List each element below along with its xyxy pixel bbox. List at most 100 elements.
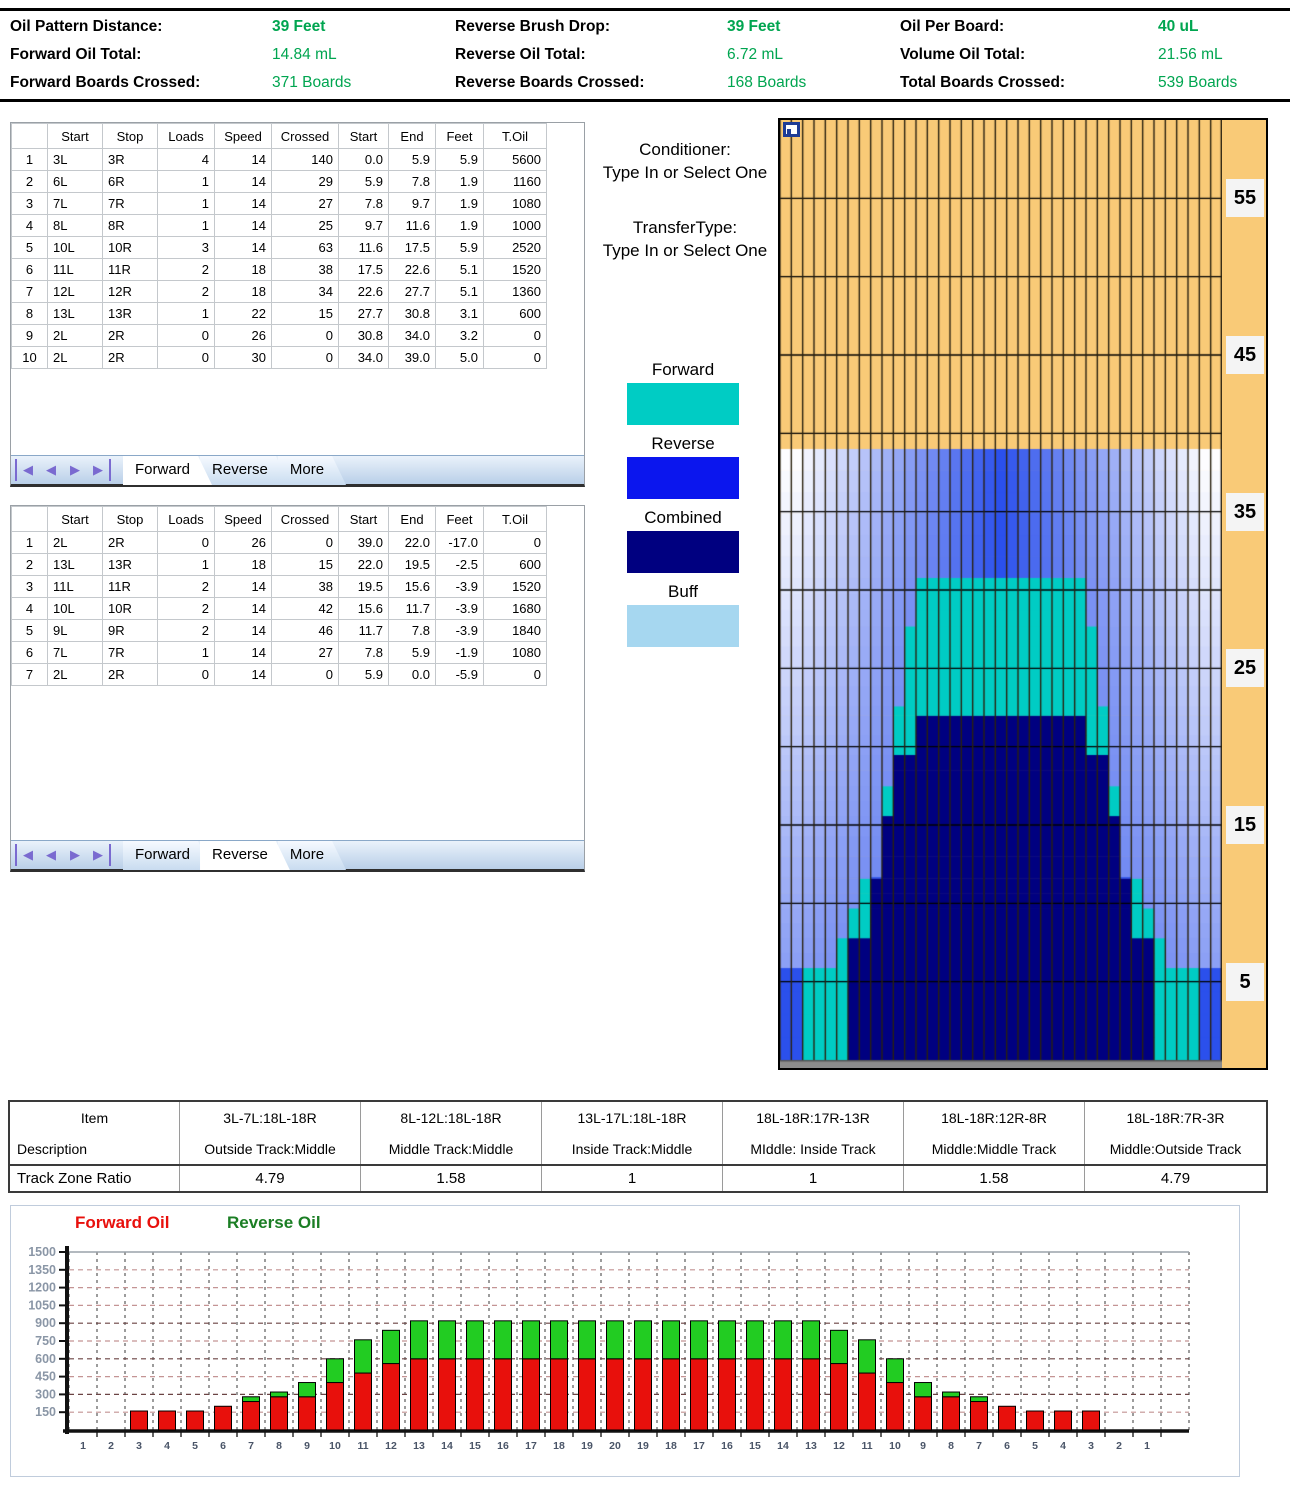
column-header-cell[interactable]: Crossed xyxy=(272,124,339,149)
cell[interactable]: 1000 xyxy=(484,215,547,237)
column-header-cell[interactable]: End xyxy=(389,507,436,532)
cell[interactable]: 39.0 xyxy=(339,532,389,554)
cell[interactable]: 63 xyxy=(272,237,339,259)
cell[interactable]: 26 xyxy=(215,532,272,554)
cell[interactable]: 18 xyxy=(215,259,272,281)
cell[interactable]: 0 xyxy=(272,532,339,554)
nav-last-button[interactable]: ▶ xyxy=(87,844,111,866)
cell[interactable]: 1520 xyxy=(484,576,547,598)
cell[interactable]: 14 xyxy=(215,237,272,259)
column-header-cell[interactable]: Stop xyxy=(103,507,158,532)
cell[interactable]: 2L xyxy=(48,325,103,347)
cell[interactable]: 1520 xyxy=(484,259,547,281)
row-number-cell[interactable]: 7 xyxy=(12,664,48,686)
cell[interactable]: 15.6 xyxy=(389,576,436,598)
cell[interactable]: 0.0 xyxy=(339,149,389,171)
cell[interactable]: 30.8 xyxy=(389,303,436,325)
cell[interactable]: 3L xyxy=(48,149,103,171)
cell[interactable]: 26 xyxy=(215,325,272,347)
cell[interactable]: 38 xyxy=(272,576,339,598)
cell[interactable]: 1 xyxy=(158,303,215,325)
cell[interactable]: 5.9 xyxy=(389,642,436,664)
cell[interactable]: 0 xyxy=(158,532,215,554)
cell[interactable]: 8R xyxy=(103,215,158,237)
cell[interactable]: 600 xyxy=(484,554,547,576)
cell[interactable]: 13R xyxy=(103,303,158,325)
row-number-cell[interactable]: 4 xyxy=(12,598,48,620)
tab-reverse[interactable]: Reverse xyxy=(200,841,290,870)
cell[interactable]: 2 xyxy=(158,598,215,620)
cell[interactable]: 12R xyxy=(103,281,158,303)
column-header-cell[interactable]: T.Oil xyxy=(484,124,547,149)
row-number-cell[interactable]: 3 xyxy=(12,576,48,598)
cell[interactable]: 9R xyxy=(103,620,158,642)
cell[interactable]: 34 xyxy=(272,281,339,303)
cell[interactable]: 18 xyxy=(215,281,272,303)
tab-more[interactable]: More xyxy=(278,456,346,485)
nav-prev-button[interactable]: ◀ xyxy=(39,459,63,481)
cell[interactable]: 1080 xyxy=(484,193,547,215)
cell[interactable]: 1.9 xyxy=(436,193,484,215)
column-header-cell[interactable]: Loads xyxy=(158,507,215,532)
cell[interactable]: 5.9 xyxy=(436,149,484,171)
row-number-cell[interactable]: 6 xyxy=(12,259,48,281)
cell[interactable]: 8L xyxy=(48,215,103,237)
cell[interactable]: 600 xyxy=(484,303,547,325)
cell[interactable]: 14 xyxy=(215,620,272,642)
conditioner-value[interactable]: Type In or Select One xyxy=(592,161,778,184)
cell[interactable]: 2 xyxy=(158,620,215,642)
cell[interactable]: 11L xyxy=(48,259,103,281)
row-number-cell[interactable]: 8 xyxy=(12,303,48,325)
column-header-cell[interactable]: Speed xyxy=(215,507,272,532)
cell[interactable]: 1 xyxy=(158,171,215,193)
cell[interactable]: -17.0 xyxy=(436,532,484,554)
cell[interactable]: 0 xyxy=(158,664,215,686)
cell[interactable]: 0 xyxy=(158,347,215,369)
cell[interactable]: 42 xyxy=(272,598,339,620)
cell[interactable]: 22.0 xyxy=(389,532,436,554)
cell[interactable]: 10L xyxy=(48,598,103,620)
column-header-cell[interactable]: Feet xyxy=(436,507,484,532)
cell[interactable]: 2R xyxy=(103,347,158,369)
cell[interactable]: 1080 xyxy=(484,642,547,664)
column-header-cell[interactable]: Crossed xyxy=(272,507,339,532)
cell[interactable]: 7.8 xyxy=(339,193,389,215)
cell[interactable]: 14 xyxy=(215,215,272,237)
cell[interactable]: 22.6 xyxy=(389,259,436,281)
cell[interactable]: 3R xyxy=(103,149,158,171)
cell[interactable]: 30.8 xyxy=(339,325,389,347)
row-number-cell[interactable]: 1 xyxy=(12,149,48,171)
cell[interactable]: 5.9 xyxy=(339,171,389,193)
cell[interactable]: 5600 xyxy=(484,149,547,171)
cell[interactable]: 2R xyxy=(103,325,158,347)
cell[interactable]: -3.9 xyxy=(436,576,484,598)
cell[interactable]: 14 xyxy=(215,664,272,686)
cell[interactable]: 0.0 xyxy=(389,664,436,686)
row-number-cell[interactable]: 7 xyxy=(12,281,48,303)
cell[interactable]: 1360 xyxy=(484,281,547,303)
cell[interactable]: 2 xyxy=(158,259,215,281)
cell[interactable]: 1.9 xyxy=(436,215,484,237)
cell[interactable]: 0 xyxy=(158,325,215,347)
nav-prev-button[interactable]: ◀ xyxy=(39,844,63,866)
nav-next-button[interactable]: ▶ xyxy=(63,459,87,481)
cell[interactable]: 11.7 xyxy=(389,598,436,620)
cell[interactable]: 22 xyxy=(215,303,272,325)
cell[interactable]: 0 xyxy=(484,532,547,554)
tab-reverse[interactable]: Reverse xyxy=(200,456,290,485)
cell[interactable]: 13L xyxy=(48,554,103,576)
cell[interactable]: 14 xyxy=(215,193,272,215)
cell[interactable]: 5.9 xyxy=(389,149,436,171)
cell[interactable]: 0 xyxy=(272,347,339,369)
column-header-cell[interactable]: End xyxy=(389,124,436,149)
cell[interactable]: 0 xyxy=(484,664,547,686)
column-header-cell[interactable]: Start xyxy=(48,507,103,532)
row-number-cell[interactable]: 5 xyxy=(12,620,48,642)
cell[interactable]: 39.0 xyxy=(389,347,436,369)
row-number-cell[interactable]: 10 xyxy=(12,347,48,369)
cell[interactable]: 0 xyxy=(272,325,339,347)
cell[interactable]: 11.7 xyxy=(339,620,389,642)
cell[interactable]: 2 xyxy=(158,281,215,303)
column-header-cell[interactable]: Start xyxy=(48,124,103,149)
row-number-cell[interactable]: 9 xyxy=(12,325,48,347)
